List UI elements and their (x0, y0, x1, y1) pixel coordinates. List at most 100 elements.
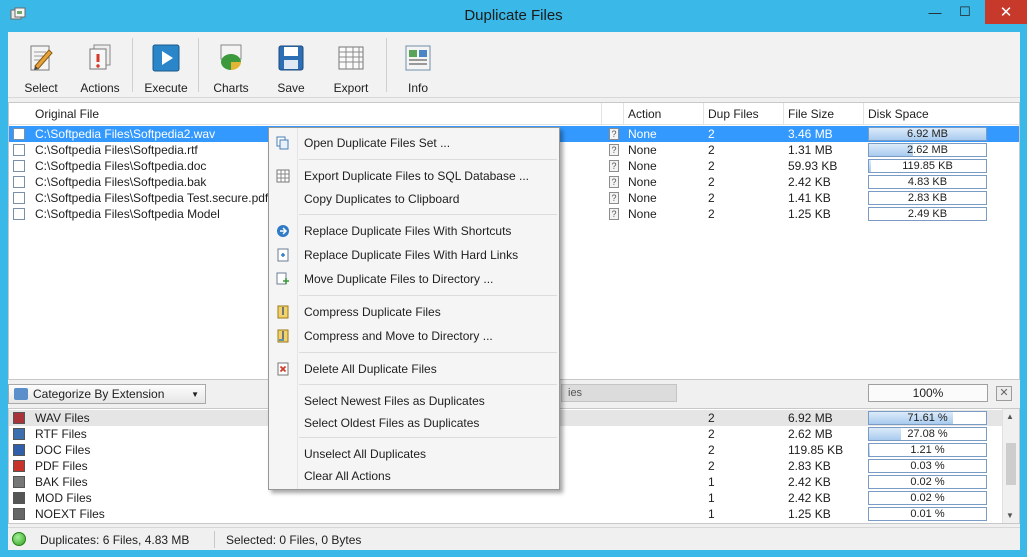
actions-icon (89, 44, 111, 70)
open-set-icon (276, 136, 290, 150)
column-action[interactable]: Action (628, 107, 661, 121)
file-action: None (628, 191, 657, 205)
category-name: WAV Files (35, 411, 90, 425)
category-size: 2.42 KB (788, 491, 831, 505)
menu-item-label: Clear All Actions (304, 469, 391, 483)
category-percent-bar: 71.61 % (868, 411, 987, 425)
list-header: Original File Action Dup Files File Size… (9, 103, 1019, 125)
save-button[interactable]: Save (262, 36, 320, 95)
menu-item[interactable]: Compress and Move to Directory ... (269, 325, 559, 347)
file-action: None (628, 127, 657, 141)
arrow-right-icon (276, 224, 290, 238)
disk-space-bar: 2.49 KB (868, 207, 987, 221)
file-path: C:\Softpedia Files\Softpedia2.wav (35, 127, 216, 141)
menu-item[interactable]: Unselect All Duplicates (269, 443, 559, 465)
file-path: C:\Softpedia Files\Softpedia Test.secure… (35, 191, 269, 205)
file-path: C:\Softpedia Files\Softpedia Model (35, 207, 220, 221)
select-button[interactable]: Select (12, 36, 70, 95)
compress-icon (276, 305, 290, 319)
help-icon[interactable]: ? (609, 192, 619, 204)
category-row[interactable]: NOEXT Files 1 1.25 KB 0.01 % (9, 506, 1002, 522)
menu-item[interactable]: Export Duplicate Files to SQL Database .… (269, 165, 559, 187)
category-percent-value: 71.61 % (907, 412, 948, 424)
file-dup-count: 2 (708, 175, 715, 189)
menu-item[interactable]: Open Duplicate Files Set ... (269, 132, 559, 154)
category-percent-bar: 1.21 % (868, 443, 987, 457)
close-category-button[interactable]: ✕ (996, 386, 1012, 401)
status-selected: Selected: 0 Files, 0 Bytes (226, 533, 362, 547)
category-size: 2.83 KB (788, 459, 831, 473)
chevron-down-icon: ▼ (191, 390, 199, 399)
file-path: C:\Softpedia Files\Softpedia.rtf (35, 143, 198, 157)
menu-item[interactable]: Copy Duplicates to Clipboard (269, 188, 559, 210)
column-original-file[interactable]: Original File (35, 107, 99, 121)
categorize-dropdown[interactable]: Categorize By Extension ▼ (8, 384, 206, 404)
save-icon (278, 45, 304, 71)
info-button[interactable]: Info (390, 36, 446, 95)
menu-item-label: Export Duplicate Files to SQL Database .… (304, 169, 529, 183)
maximize-button[interactable]: ☐ (950, 0, 980, 24)
disk-space-bar: 119.85 KB (868, 159, 987, 173)
column-file-size[interactable]: File Size (788, 107, 834, 121)
info-icon (405, 45, 431, 71)
scroll-up-icon[interactable]: ▲ (1006, 412, 1014, 421)
file-icon (13, 128, 25, 140)
menu-item[interactable]: Delete All Duplicate Files (269, 358, 559, 380)
menu-item-label: Replace Duplicate Files With Shortcuts (304, 224, 512, 238)
help-icon[interactable]: ? (609, 176, 619, 188)
help-icon[interactable]: ? (609, 144, 619, 156)
select-icon (30, 45, 53, 71)
category-percent-bar: 0.02 % (868, 491, 987, 505)
menu-item[interactable]: Select Oldest Files as Duplicates (269, 412, 559, 434)
category-percent-bar: 0.03 % (868, 459, 987, 473)
category-size: 2.62 MB (788, 427, 833, 441)
help-icon[interactable]: ? (609, 128, 619, 140)
close-button[interactable]: ✕ (985, 0, 1027, 24)
file-action: None (628, 175, 657, 189)
category-size: 1.25 KB (788, 507, 831, 521)
sql-grid-icon (276, 169, 290, 183)
vertical-scrollbar[interactable]: ▲ ▼ (1002, 409, 1019, 523)
menu-item[interactable]: Compress Duplicate Files (269, 301, 559, 323)
category-name: DOC Files (35, 443, 91, 457)
disk-space-bar: 2.62 MB (868, 143, 987, 157)
file-dup-count: 2 (708, 127, 715, 141)
category-percent-value: 0.02 % (910, 492, 945, 504)
actions-button[interactable]: Actions (70, 36, 130, 95)
menu-item[interactable]: Select Newest Files as Duplicates (269, 390, 559, 412)
execute-button[interactable]: Execute (136, 36, 196, 95)
file-action: None (628, 207, 657, 221)
file-dup-count: 2 (708, 207, 715, 221)
menu-item[interactable]: Replace Duplicate Files With Hard Links (269, 244, 559, 266)
file-dup-count: 2 (708, 143, 715, 157)
category-dup-count: 1 (708, 507, 715, 521)
category-name: RTF Files (35, 427, 87, 441)
help-icon[interactable]: ? (609, 208, 619, 220)
category-row[interactable]: MOD Files 1 2.42 KB 0.02 % (9, 490, 1002, 506)
export-icon (338, 46, 364, 70)
scroll-down-icon[interactable]: ▼ (1006, 511, 1014, 520)
status-duplicates: Duplicates: 6 Files, 4.83 MB (40, 533, 190, 547)
toolbar-separator (132, 38, 133, 92)
export-button[interactable]: Export (322, 36, 380, 95)
column-dup-files[interactable]: Dup Files (708, 107, 759, 121)
help-icon[interactable]: ? (609, 160, 619, 172)
menu-separator (299, 295, 557, 296)
minimize-button[interactable]: — (920, 0, 950, 24)
menu-item[interactable]: Replace Duplicate Files With Shortcuts (269, 220, 559, 242)
charts-label: Charts (213, 81, 249, 95)
progress-indicator: 100% (868, 384, 988, 402)
file-type-icon (13, 492, 25, 504)
menu-item[interactable]: Clear All Actions (269, 465, 559, 487)
execute-label: Execute (144, 81, 188, 95)
column-disk-space[interactable]: Disk Space (868, 107, 929, 121)
title-bar[interactable]: Duplicate Files — ☐ ✕ (0, 0, 1027, 32)
charts-button[interactable]: Charts (202, 36, 260, 95)
scroll-thumb[interactable] (1006, 443, 1016, 485)
hidden-tab-label: ies (561, 384, 677, 402)
disk-space-value: 2.49 KB (907, 208, 948, 220)
menu-item[interactable]: Move Duplicate Files to Directory ... (269, 268, 559, 290)
compress-move-icon (276, 329, 290, 343)
file-dup-count: 2 (708, 159, 715, 173)
category-name: NOEXT Files (35, 507, 105, 521)
